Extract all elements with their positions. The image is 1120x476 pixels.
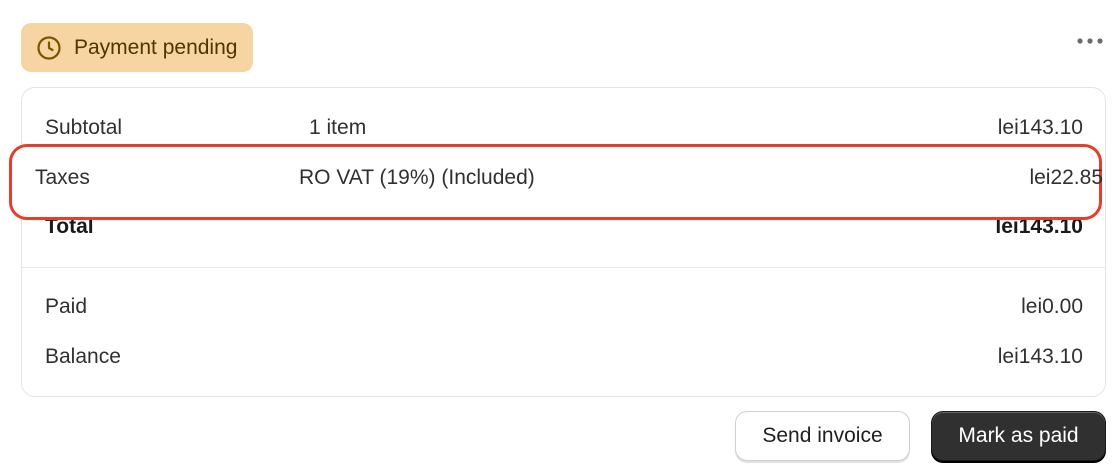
send-invoice-button[interactable]: Send invoice (735, 411, 910, 461)
status-badge-label: Payment pending (74, 35, 238, 59)
balance-label: Balance (45, 345, 121, 368)
summary-divider (22, 267, 1105, 268)
payment-summary-panel: Payment pending Subtotal 1 item lei143.1… (0, 0, 1120, 476)
clock-icon (36, 35, 62, 61)
taxes-amount: lei22.85 (1029, 166, 1103, 189)
subtotal-amount: lei143.10 (997, 116, 1083, 139)
balance-row: Balance lei143.10 (45, 342, 1083, 372)
paid-label: Paid (45, 295, 88, 318)
more-horizontal-icon (1076, 32, 1104, 50)
balance-amount: lei143.10 (997, 345, 1083, 368)
taxes-detail: RO VAT (19%) (Included) (299, 166, 535, 189)
taxes-label: Taxes (35, 166, 90, 189)
paid-row: Paid lei0.00 (45, 292, 1083, 322)
paid-amount: lei0.00 (1021, 295, 1083, 318)
taxes-row: Taxes RO VAT (19%) (Included) lei22.85 (35, 163, 1103, 193)
subtotal-detail: 1 item (309, 116, 367, 139)
mark-as-paid-button[interactable]: Mark as paid (931, 411, 1106, 461)
status-badge: Payment pending (21, 23, 254, 72)
subtotal-label: Subtotal (45, 116, 123, 139)
payment-summary-card: Subtotal 1 item lei143.10 Total lei143.1… (21, 87, 1106, 397)
subtotal-row: Subtotal 1 item lei143.10 (45, 113, 1083, 143)
more-actions-button[interactable] (1072, 26, 1108, 56)
